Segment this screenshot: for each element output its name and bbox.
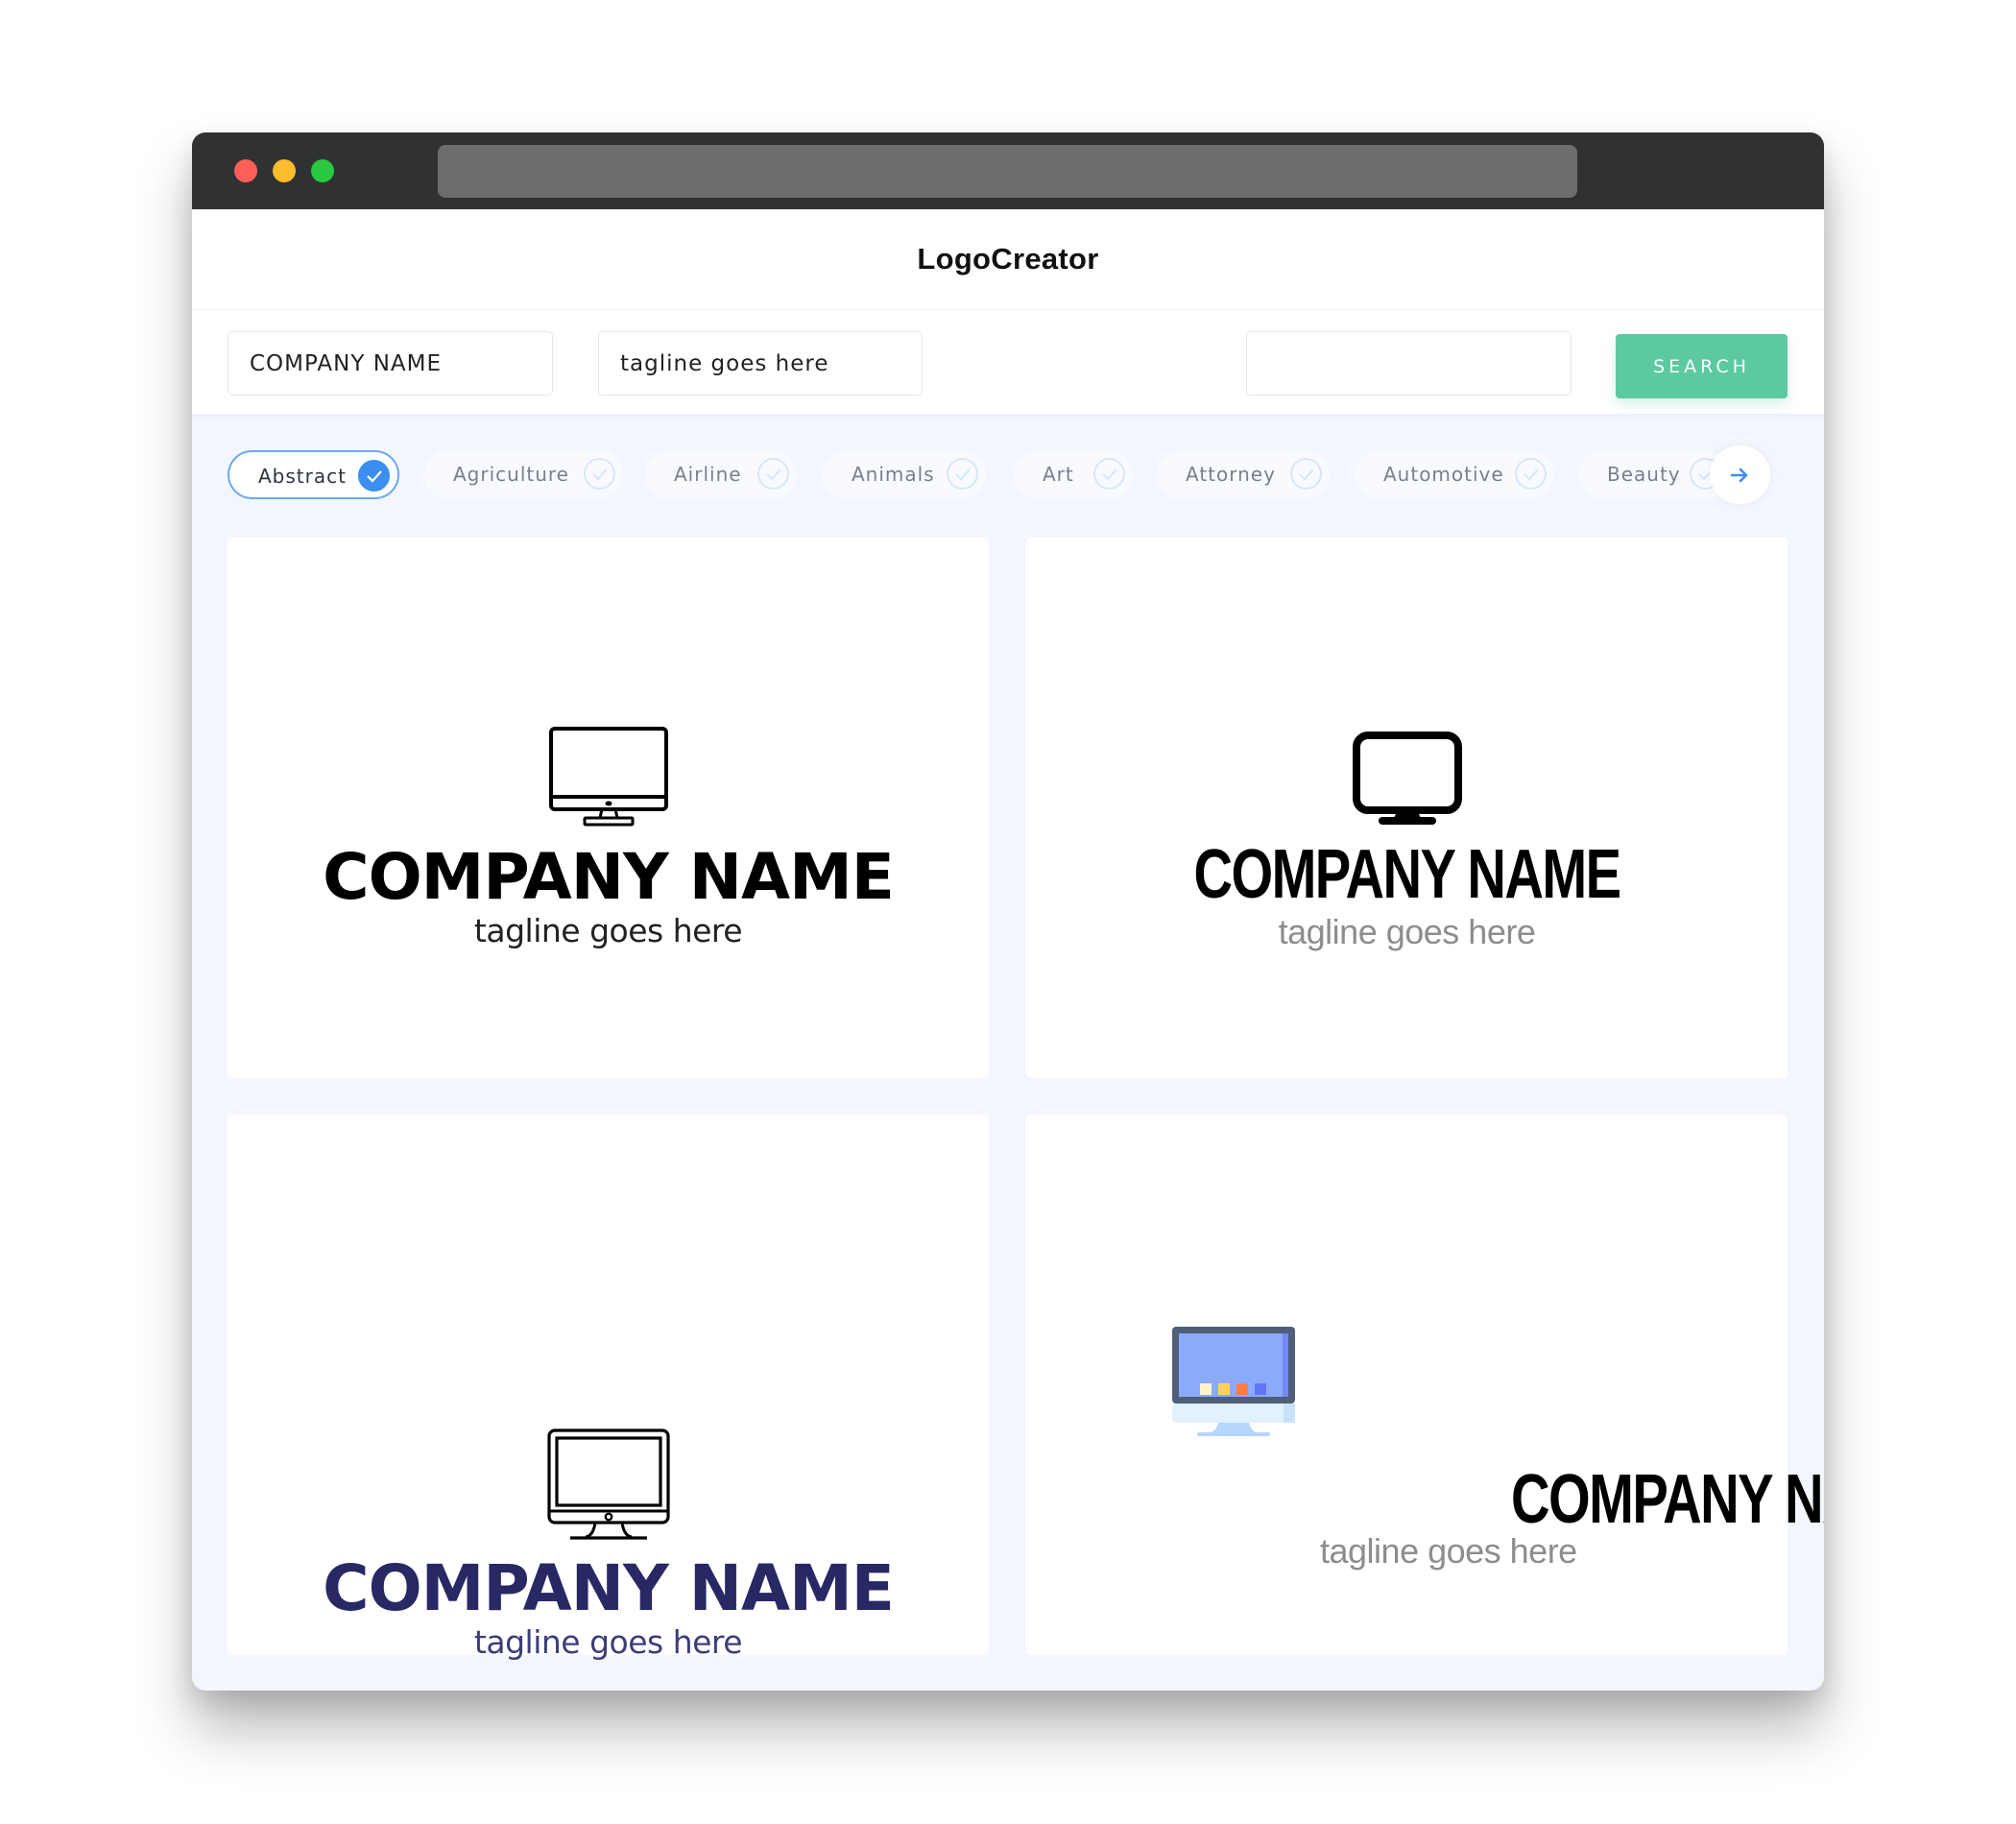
imac-outline-icon	[547, 1428, 670, 1540]
logo-tagline: tagline goes here	[1320, 1531, 1577, 1571]
logo-card[interactable]: COMPANY NAME tagline goes here	[228, 1115, 989, 1661]
arrow-right-icon	[1730, 468, 1748, 483]
category-pill-beauty[interactable]: Beauty	[1578, 450, 1729, 499]
title-bar	[192, 132, 1824, 209]
monitor-color-icon	[1172, 1327, 1295, 1436]
category-pill-airline[interactable]: Airline	[645, 450, 797, 499]
category-pill-attorney[interactable]: Attorney	[1157, 450, 1330, 499]
logo-company-name: COMPANY NAME	[323, 840, 895, 914]
logo-card[interactable]: COMPANY NAME tagline goes here	[1026, 1115, 1824, 1655]
logo-card[interactable]: COMPANY NAME tagline goes here	[1026, 538, 1788, 1078]
app-title: LogoCreator	[917, 242, 1099, 276]
category-label: Agriculture	[453, 463, 569, 486]
monitor-solid-icon	[1353, 732, 1462, 825]
category-pill-automotive[interactable]: Automotive	[1355, 450, 1554, 499]
category-label: Abstract	[258, 465, 347, 488]
minimize-window-button[interactable]	[273, 159, 296, 182]
maximize-window-button[interactable]	[311, 159, 334, 182]
check-icon	[947, 458, 978, 490]
search-button[interactable]: SEARCH	[1616, 334, 1788, 398]
category-label: Automotive	[1383, 463, 1504, 486]
category-pill-art[interactable]: Art	[1014, 450, 1133, 499]
search-bar: COMPANY NAME tagline goes here SEARCH	[192, 309, 1824, 414]
logo-company-name: COMPANY NAME	[1511, 1461, 1824, 1538]
check-icon	[584, 458, 615, 490]
address-bar[interactable]	[438, 145, 1577, 198]
check-icon	[1515, 458, 1547, 490]
close-window-button[interactable]	[234, 159, 257, 182]
check-icon	[1093, 458, 1125, 490]
category-label: Beauty	[1607, 463, 1681, 486]
logo-tagline: tagline goes here	[473, 912, 743, 949]
logo-company-name: COMPANY NAME	[323, 1551, 895, 1625]
category-pill-abstract[interactable]: Abstract	[228, 450, 399, 499]
company-name-input[interactable]: COMPANY NAME	[228, 331, 553, 396]
next-categories-button[interactable]	[1710, 445, 1770, 504]
tagline-input[interactable]: tagline goes here	[598, 331, 923, 396]
category-filter-bar: Abstract Agriculture Airline Animals Art…	[228, 436, 1788, 515]
logo-tagline: tagline goes here	[1278, 912, 1536, 951]
category-label: Art	[1043, 463, 1074, 486]
check-icon	[1290, 458, 1322, 490]
category-label: Airline	[674, 463, 742, 486]
logo-tagline: tagline goes here	[473, 1623, 743, 1661]
category-pill-agriculture[interactable]: Agriculture	[424, 450, 623, 499]
category-pill-animals[interactable]: Animals	[823, 450, 986, 499]
check-icon	[358, 460, 390, 492]
check-icon	[757, 458, 789, 490]
monitor-outline-icon	[549, 727, 668, 827]
category-label: Animals	[852, 463, 935, 486]
browser-window: LogoCreator COMPANY NAME tagline goes he…	[192, 132, 1824, 1691]
keyword-input[interactable]	[1246, 331, 1572, 396]
logo-card[interactable]: COMPANY NAME tagline goes here	[228, 538, 989, 1078]
app-header: LogoCreator	[192, 209, 1824, 309]
logo-company-name: COMPANY NAME	[1193, 836, 1621, 913]
category-label: Attorney	[1186, 463, 1276, 486]
